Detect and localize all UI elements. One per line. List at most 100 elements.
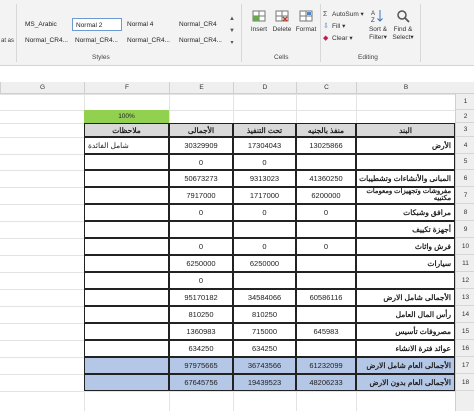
cell-item[interactable]: مفروشات وتجهيزات ومعومات مكتبيه xyxy=(356,187,455,204)
cell-item[interactable]: الأرض xyxy=(356,137,455,154)
cell-item[interactable]: سيارات xyxy=(356,255,455,272)
cell-item[interactable]: الأجمالى شامل الارض xyxy=(356,289,455,306)
column-header-c[interactable]: C xyxy=(296,82,356,94)
row-header-3[interactable]: 3 xyxy=(456,123,474,137)
header-total[interactable]: الأجمالى xyxy=(169,123,233,137)
row-header-15[interactable]: 15 xyxy=(456,323,474,340)
cell-implemented[interactable]: 0 xyxy=(296,238,356,255)
cell-implemented[interactable]: 6200000 xyxy=(296,187,356,204)
format-button[interactable]: Format xyxy=(294,8,318,34)
fill-button[interactable]: ⇩ Fill ▾ xyxy=(323,22,345,32)
cell-under-execution[interactable]: 0 xyxy=(233,204,296,221)
cell-total[interactable] xyxy=(169,221,233,238)
row-header-6[interactable]: 6 xyxy=(456,170,474,187)
cell-notes[interactable] xyxy=(84,170,169,187)
find-select-button[interactable]: Find & Select▾ xyxy=(391,8,415,42)
cell-implemented[interactable] xyxy=(296,154,356,170)
style-normal-cr4[interactable]: Normal_CR4 xyxy=(176,18,226,31)
cell-notes[interactable] xyxy=(84,323,169,340)
cell-item[interactable]: فرش واثاث xyxy=(356,238,455,255)
style-normal-4[interactable]: Normal 4 xyxy=(124,18,174,31)
cell-notes[interactable] xyxy=(84,255,169,272)
row-header-18[interactable]: 18 xyxy=(456,374,474,391)
cell-notes[interactable] xyxy=(84,154,169,170)
clear-button[interactable]: ◆ Clear ▾ xyxy=(323,34,353,44)
cell-item[interactable]: رأس المال العامل xyxy=(356,306,455,323)
cell-under-execution[interactable]: 36743566 xyxy=(233,357,296,374)
cell-notes[interactable] xyxy=(84,187,169,204)
delete-button[interactable]: Delete xyxy=(271,8,293,34)
cell-total[interactable]: 67645756 xyxy=(169,374,233,391)
header-implemented[interactable]: منفذ بالجنيه xyxy=(296,123,356,137)
cell-under-execution[interactable] xyxy=(233,221,296,238)
cell-total[interactable]: 7917000 xyxy=(169,187,233,204)
cell-notes[interactable] xyxy=(84,374,169,391)
cell-total[interactable]: 810250 xyxy=(169,306,233,323)
cell-implemented[interactable] xyxy=(296,340,356,357)
cell-total[interactable]: 50673273 xyxy=(169,170,233,187)
cell-under-execution[interactable] xyxy=(233,272,296,289)
header-under-execution[interactable]: تحت التنفيذ xyxy=(233,123,296,137)
gallery-up-icon[interactable]: ▲ xyxy=(228,14,236,25)
cell-under-execution[interactable]: 0 xyxy=(233,154,296,170)
cell-item[interactable]: مصروفات تأسيس xyxy=(356,323,455,340)
style-normal-2[interactable]: Normal 2 xyxy=(72,18,122,31)
column-header-e[interactable]: E xyxy=(169,82,233,94)
cell-total[interactable]: 95170182 xyxy=(169,289,233,306)
row-header-1[interactable]: 1 xyxy=(456,94,474,110)
cell-under-execution[interactable]: 810250 xyxy=(233,306,296,323)
gallery-down-icon[interactable]: ▼ xyxy=(228,26,236,37)
cell-total[interactable]: 6250000 xyxy=(169,255,233,272)
cell-under-execution[interactable]: 19439523 xyxy=(233,374,296,391)
column-header-f[interactable]: F xyxy=(84,82,169,94)
row-header-11[interactable]: 11 xyxy=(456,255,474,272)
row-header-4[interactable]: 4 xyxy=(456,137,474,154)
row-header-7[interactable]: 7 xyxy=(456,187,474,204)
insert-button[interactable]: Insert xyxy=(248,8,270,34)
cell-under-execution[interactable]: 9313023 xyxy=(233,170,296,187)
row-header-5[interactable]: 5 xyxy=(456,154,474,170)
row-header-13[interactable]: 13 xyxy=(456,289,474,306)
cell-total[interactable]: 634250 xyxy=(169,340,233,357)
cell-notes[interactable] xyxy=(84,272,169,289)
cell-under-execution[interactable]: 6250000 xyxy=(233,255,296,272)
cell-notes[interactable] xyxy=(84,306,169,323)
cell-total[interactable]: 0 xyxy=(169,272,233,289)
cell-implemented[interactable] xyxy=(296,306,356,323)
cell-notes[interactable] xyxy=(84,340,169,357)
row-header-14[interactable]: 14 xyxy=(456,306,474,323)
column-header-d[interactable]: D xyxy=(233,82,296,94)
cell-implemented[interactable]: 48206233 xyxy=(296,374,356,391)
row-header-2[interactable]: 2 xyxy=(456,110,474,123)
cell-notes[interactable] xyxy=(84,238,169,255)
style-normal-cr4-b[interactable]: Normal_CR4... xyxy=(72,34,122,47)
cell-item[interactable]: المبانى والأنشاءات وتشطيبات xyxy=(356,170,455,187)
cell-under-execution[interactable]: 34584066 xyxy=(233,289,296,306)
cell-total[interactable]: 0 xyxy=(169,204,233,221)
sort-filter-button[interactable]: A Z Sort & Filter▾ xyxy=(366,8,390,42)
cell-under-execution[interactable]: 634250 xyxy=(233,340,296,357)
column-header-b[interactable]: B xyxy=(356,82,455,94)
column-header-g[interactable]: G xyxy=(0,82,84,94)
format-as-label[interactable]: at as xyxy=(1,36,14,46)
cell-item[interactable] xyxy=(356,272,455,289)
cell-under-execution[interactable]: 1717000 xyxy=(233,187,296,204)
row-header-9[interactable]: 9 xyxy=(456,221,474,238)
style-normal-cr4-c[interactable]: Normal_CR4... xyxy=(124,34,174,47)
cell-notes[interactable] xyxy=(84,357,169,374)
cell-implemented[interactable]: 61232099 xyxy=(296,357,356,374)
cell-item[interactable]: عوائد فترة الانشاء xyxy=(356,340,455,357)
cell-item[interactable]: الأجمالى العام بدون الارض xyxy=(356,374,455,391)
cell-under-execution[interactable]: 17304043 xyxy=(233,137,296,154)
row-header-16[interactable]: 16 xyxy=(456,340,474,357)
cell-implemented[interactable] xyxy=(296,255,356,272)
row-header-12[interactable]: 12 xyxy=(456,272,474,289)
cell-under-execution[interactable]: 0 xyxy=(233,238,296,255)
cell-notes[interactable] xyxy=(84,221,169,238)
cell-implemented[interactable]: 41360250 xyxy=(296,170,356,187)
style-normal-cr4-d[interactable]: Normal_CR4... xyxy=(176,34,226,47)
row-header-8[interactable]: 8 xyxy=(456,204,474,221)
cell-under-execution[interactable]: 715000 xyxy=(233,323,296,340)
cell-item[interactable]: أجهزة تكييف xyxy=(356,221,455,238)
cell-implemented[interactable]: 13025866 xyxy=(296,137,356,154)
